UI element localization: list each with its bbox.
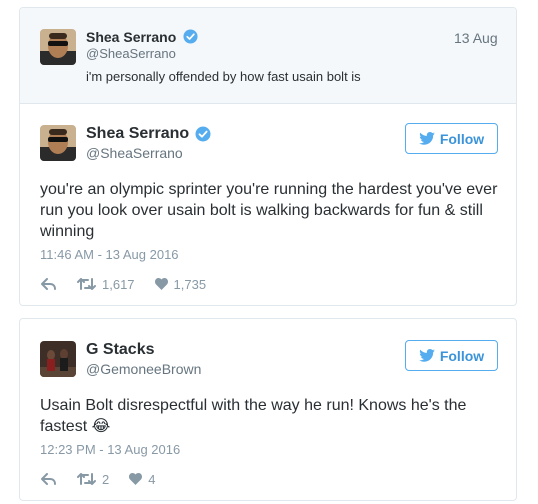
tweet-timestamp[interactable]: 11:46 AM - 13 Aug 2016 (40, 247, 179, 262)
like-count: 1,735 (173, 276, 207, 292)
tweet-timestamp[interactable]: 12:23 PM - 13 Aug 2016 (40, 442, 180, 457)
retweet-button[interactable]: 1,617 (77, 277, 135, 292)
tweet-text: Usain Bolt disrespectful with the way he… (40, 395, 480, 437)
author-name[interactable]: G Stacks (86, 341, 154, 359)
avatar[interactable] (40, 29, 76, 65)
quoted-tweet[interactable]: Shea Serrano @SheaSerrano 13 Aug i'm per… (20, 8, 516, 104)
reply-button[interactable] (41, 473, 56, 485)
twitter-bird-icon (419, 349, 435, 362)
verified-badge-icon (195, 126, 211, 142)
author-handle[interactable]: @SheaSerrano (86, 46, 176, 61)
retweet-icon (77, 278, 96, 290)
verified-badge-icon (183, 29, 198, 44)
quoted-tweet-text: i'm personally offended by how fast usai… (86, 69, 361, 84)
heart-icon (129, 473, 143, 485)
author-handle[interactable]: @SheaSerrano (86, 145, 183, 161)
avatar[interactable] (40, 341, 76, 377)
tweet-actions: 2 4 (41, 471, 155, 487)
retweet-count: 1,617 (102, 276, 135, 292)
retweet-icon (77, 473, 96, 485)
tweet-actions: 1,617 1,735 (41, 276, 206, 292)
tweet-card: Shea Serrano @SheaSerrano 13 Aug i'm per… (19, 7, 517, 306)
follow-button[interactable]: Follow (405, 340, 498, 371)
author-name[interactable]: Shea Serrano (86, 125, 189, 143)
author-name[interactable]: Shea Serrano (86, 29, 176, 45)
author-handle[interactable]: @GemoneeBrown (86, 361, 201, 377)
like-button[interactable]: 1,735 (154, 276, 207, 292)
tweet-text: you're an olympic sprinter you're runnin… (40, 181, 498, 240)
emoji: 😂 (91, 418, 111, 435)
heart-icon (154, 278, 168, 290)
avatar[interactable] (40, 125, 76, 161)
tweet-date[interactable]: 13 Aug (454, 30, 498, 46)
like-count: 4 (148, 471, 156, 487)
follow-button[interactable]: Follow (405, 123, 498, 154)
tweet-card: G Stacks @GemoneeBrown Follow Usain Bolt… (19, 318, 517, 501)
reply-icon (41, 473, 56, 485)
retweet-count: 2 (102, 471, 110, 487)
reply-button[interactable] (41, 278, 56, 290)
follow-label: Follow (439, 347, 485, 364)
like-button[interactable]: 4 (129, 472, 155, 487)
twitter-bird-icon (419, 132, 435, 145)
retweet-button[interactable]: 2 (77, 472, 109, 487)
follow-label: Follow (439, 130, 485, 147)
reply-icon (41, 278, 56, 290)
